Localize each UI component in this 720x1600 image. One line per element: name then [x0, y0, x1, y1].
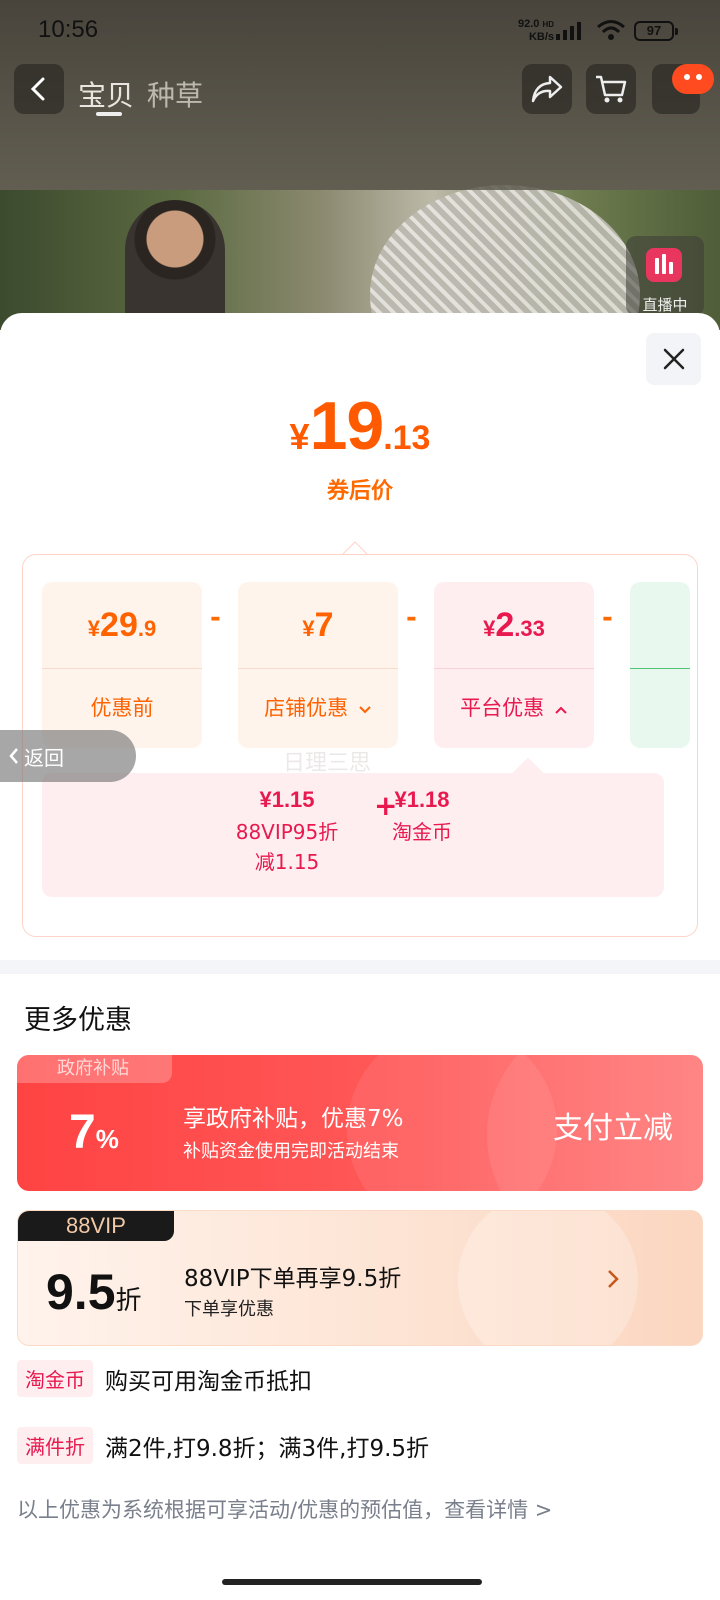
shop-label-text: 店铺优惠 [264, 696, 349, 720]
detail-coin: ¥1.18 淘金币 [382, 787, 462, 847]
discount-sheet: ¥19.13 券后价 ¥29.9 优惠前 - ¥7 店铺优惠 - ¥2.33 平… [0, 313, 720, 1600]
before-decimal: .9 [137, 616, 157, 641]
chevron-right-icon[interactable] [606, 1267, 620, 1291]
vip-discount-card[interactable]: 88VIP 9.5折 88VIP下单再享9.5折 下单享优惠 [17, 1210, 703, 1346]
gov-subsidy-card[interactable]: 政府补贴 7% 享政府补贴，优惠7% 补贴资金使用完即活动结束 支付立减 [17, 1055, 703, 1191]
detail-coin-amount: ¥1.18 [394, 787, 450, 812]
details-link[interactable]: 以上优惠为系统根据可享活动/优惠的预估值，查看详情 > [17, 1494, 552, 1524]
gov-percent: 7% [69, 1105, 119, 1160]
card-divider [434, 668, 594, 669]
close-button[interactable] [646, 333, 701, 385]
card-divider [238, 668, 398, 669]
vip-sub-text: 下单享优惠 [184, 1299, 274, 1320]
floating-back-button[interactable]: 返回 [0, 730, 136, 782]
vip-value-unit: 折 [115, 1286, 142, 1316]
before-value: ¥29.9 [42, 606, 202, 645]
chevron-left-icon [30, 77, 45, 101]
detail-vip: ¥1.15 88VIP95折 减1.15 [222, 787, 352, 877]
before-integer: 29 [100, 606, 138, 644]
detail-vip-amount: ¥1.15 [259, 787, 315, 812]
gov-subsidy-tag: 政府补贴 [17, 1055, 172, 1083]
before-label: 优惠前 [90, 696, 154, 720]
status-bar: 10:56 92.0 HD KB/s 97 [0, 0, 720, 60]
detail-vip-desc: 88VIP95折 减1.15 [222, 817, 352, 877]
shop-currency: ¥ [302, 616, 315, 641]
card-next-partial[interactable] [630, 582, 690, 748]
more-offers-title: 更多优惠 [24, 1005, 132, 1036]
platform-detail: ¥1.15 88VIP95折 减1.15 + ¥1.18 淘金币 [42, 773, 664, 897]
card-divider [630, 668, 690, 669]
detail-coin-desc: 淘金币 [392, 820, 452, 844]
chevron-down-icon [359, 706, 371, 714]
wifi-icon [597, 20, 625, 40]
card-divider [42, 668, 202, 669]
live-bars-icon [646, 248, 682, 282]
card-before-discount: ¥29.9 优惠前 [42, 582, 202, 748]
before-currency: ¥ [87, 616, 101, 641]
back-label: 返回 [24, 745, 64, 770]
gov-sub-text: 补贴资金使用完即活动结束 [183, 1141, 399, 1162]
platform-value: ¥2.33 [434, 606, 594, 645]
back-button[interactable] [14, 64, 64, 114]
gov-main-text: 享政府补贴，优惠7% [183, 1106, 404, 1132]
bulk-offer-row: 满件折 满2件,打9.8折；满3件,打9.5折 [17, 1427, 429, 1464]
detail-vip-desc-2: 减1.15 [254, 850, 320, 874]
message-icon[interactable] [672, 64, 714, 94]
vip-tag: 88VIP [18, 1211, 174, 1241]
live-indicator[interactable]: 直播中 [626, 236, 704, 316]
shop-value: ¥7 [238, 606, 398, 645]
platform-integer: 2 [495, 606, 515, 644]
tab-baobei[interactable]: 宝贝 [78, 74, 134, 114]
card-shop-discount[interactable]: ¥7 店铺优惠 [238, 582, 398, 748]
platform-decimal: .33 [514, 616, 545, 641]
minus-sign: - [210, 603, 221, 633]
cart-icon [596, 75, 627, 103]
minus-sign: - [406, 603, 417, 633]
net-speed-value: 92.0 [518, 18, 540, 30]
chevron-left-icon [9, 748, 18, 764]
final-price: ¥19.13 [0, 387, 720, 465]
live-label: 直播中 [642, 296, 688, 314]
price-label: 券后价 [326, 479, 393, 504]
price-integer: 19 [309, 388, 385, 464]
chevron-up-icon [555, 706, 567, 714]
battery-icon: 97 [634, 21, 678, 41]
platform-label-text: 平台优惠 [460, 696, 545, 720]
minus-sign: - [602, 603, 613, 633]
price-currency: ¥ [289, 416, 310, 457]
status-time: 10:56 [38, 16, 99, 43]
vip-main-text: 88VIP下单再享9.5折 [184, 1266, 402, 1292]
pay-discount-button[interactable]: 支付立减 [553, 1103, 673, 1147]
cart-button[interactable] [586, 64, 636, 114]
net-hd-label: HD [542, 20, 555, 29]
shop-integer: 7 [314, 606, 334, 644]
coin-offer-text: 购买可用淘金币抵扣 [105, 1368, 312, 1395]
net-speed: 92.0 HD KB/s [518, 18, 554, 43]
vip-value-number: 9.5 [46, 1264, 116, 1320]
home-indicator[interactable] [222, 1579, 482, 1585]
net-speed-unit: KB/s [528, 31, 555, 43]
tab-zhongcao[interactable]: 种草 [147, 74, 203, 114]
gov-percent-value: 7 [69, 1106, 96, 1159]
price-decimal: .13 [383, 419, 431, 457]
section-divider [0, 960, 720, 974]
coin-tag: 淘金币 [17, 1360, 93, 1397]
vip-value: 9.5折 [46, 1263, 142, 1321]
active-tab-indicator [96, 112, 122, 116]
detail-vip-desc-1: 88VIP95折 [235, 820, 339, 844]
bulk-offer-text: 满2件,打9.8折；满3件,打9.5折 [105, 1435, 430, 1462]
card-platform-discount[interactable]: ¥2.33 平台优惠 [434, 582, 594, 748]
signal-icon [556, 22, 581, 40]
gov-percent-unit: % [95, 1124, 119, 1154]
platform-label: 平台优惠 [434, 692, 594, 722]
video-person [125, 200, 225, 330]
coin-offer-row: 淘金币 购买可用淘金币抵扣 [17, 1360, 312, 1397]
close-icon [663, 348, 684, 370]
shop-label: 店铺优惠 [238, 692, 398, 722]
share-icon [531, 75, 563, 103]
share-button[interactable] [522, 64, 572, 114]
platform-currency: ¥ [483, 616, 496, 641]
bulk-tag: 满件折 [17, 1427, 93, 1464]
